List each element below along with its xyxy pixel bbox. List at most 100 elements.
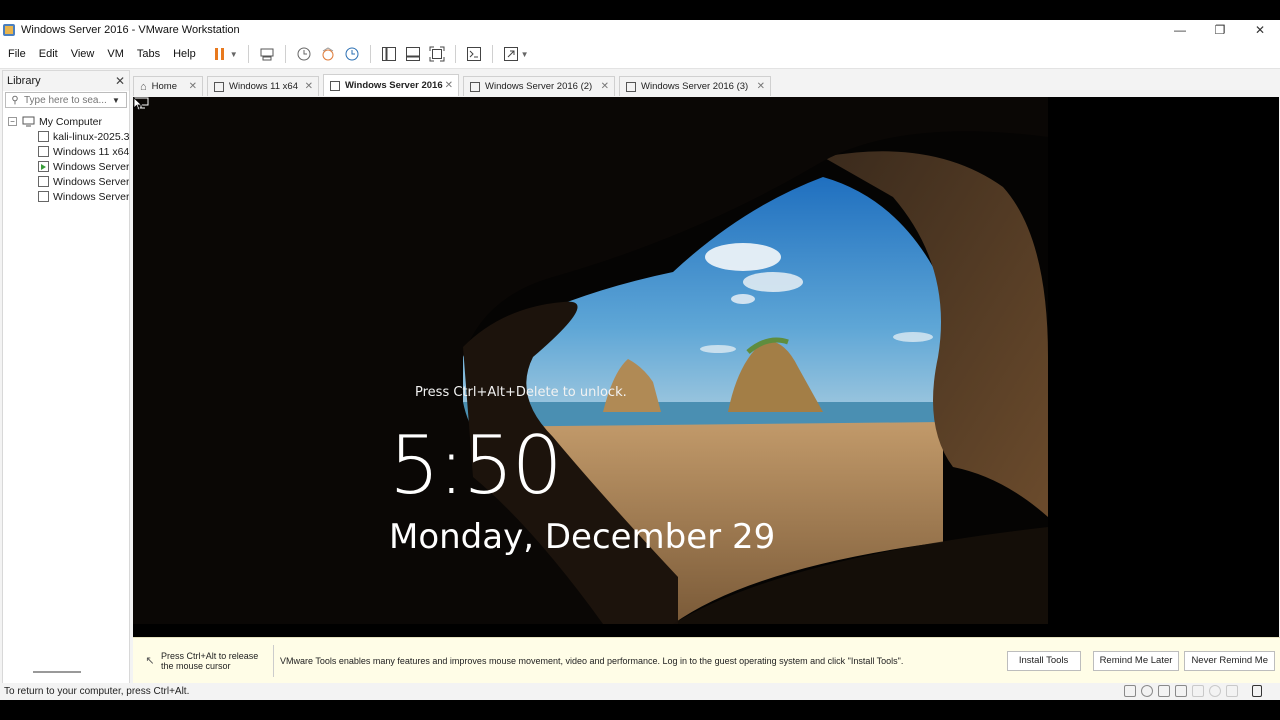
tab-windows-server-2016[interactable]: Windows Server 2016 ✕ [323, 74, 459, 96]
cd-dvd-icon[interactable] [1141, 685, 1153, 697]
lock-screen-time: 5:50 [389, 419, 563, 512]
tree-item-label: kali-linux-2025.3- [53, 130, 129, 143]
library-scrollbar[interactable] [33, 671, 81, 673]
release-mouse-hint: Press Ctrl+Alt to release the mouse curs… [161, 650, 259, 671]
vm-icon [38, 131, 49, 142]
tab-windows-11[interactable]: Windows 11 x64 ✕ [207, 76, 319, 96]
tree-item-label: Windows Server 2 [53, 175, 129, 188]
vm-icon [214, 81, 224, 92]
menu-file[interactable]: File [3, 48, 31, 60]
send-ctrl-alt-del-icon[interactable] [256, 43, 278, 65]
tab-close-icon[interactable]: ✕ [189, 81, 197, 92]
tab-label: Windows Server 2016 (2) [485, 81, 593, 92]
minimize-button[interactable]: — [1160, 20, 1200, 40]
pause-icon[interactable] [209, 43, 231, 65]
snapshot-icon[interactable] [293, 43, 315, 65]
tree-item-label: My Computer [39, 115, 103, 128]
menu-edit[interactable]: Edit [34, 48, 63, 60]
tree-item-vm-running[interactable]: Windows Server 2 [3, 159, 129, 174]
snapshot-manager-icon[interactable] [341, 43, 363, 65]
tab-home[interactable]: ⌂ Home ✕ [133, 76, 203, 96]
sound-icon[interactable] [1192, 685, 1204, 697]
toolbar-divider [491, 45, 493, 63]
tab-windows-server-2016-2[interactable]: Windows Server 2016 (2) ✕ [463, 76, 615, 96]
vm-icon [470, 81, 480, 92]
toolbar-divider [454, 45, 456, 63]
tree-item-label: Windows 11 x64 [53, 145, 129, 158]
menu-tabs[interactable]: Tabs [132, 48, 165, 60]
unlock-hint: Press Ctrl+Alt+Delete to unlock. [415, 385, 627, 400]
letterbox-bottom [0, 700, 1280, 720]
tab-windows-server-2016-3[interactable]: Windows Server 2016 (3) ✕ [619, 76, 771, 96]
message-log-icon[interactable] [1252, 685, 1262, 697]
tree-item-vm[interactable]: Windows Server 2 [3, 174, 129, 189]
library-search: ⚲ ▼ [5, 92, 127, 108]
stretch-dropdown-caret-icon[interactable]: ▼ [521, 50, 529, 59]
tab-label: Windows Server 2016 (3) [641, 81, 749, 92]
tab-close-icon[interactable]: ✕ [305, 81, 313, 92]
library-panel: Library ✕ ⚲ ▼ − My Computer kali-linux-2… [2, 70, 130, 684]
mouse-cursor-icon [133, 97, 143, 111]
remind-me-later-button[interactable]: Remind Me Later [1092, 650, 1180, 671]
tools-message: VMware Tools enables many features and i… [280, 655, 904, 666]
stretch-guest-icon[interactable] [500, 43, 522, 65]
tree-item-label: Windows Server 2 [53, 190, 129, 203]
status-text: To return to your computer, press Ctrl+A… [4, 686, 190, 697]
vm-tree: − My Computer kali-linux-2025.3- Windows… [3, 114, 129, 204]
collapse-icon[interactable]: − [8, 117, 17, 126]
lock-screen[interactable]: Press Ctrl+Alt+Delete to unlock. 5:50 Mo… [133, 97, 1048, 624]
hard-disk-icon[interactable] [1124, 685, 1136, 697]
lock-screen-date: Monday, December 29 [389, 517, 776, 557]
show-library-icon[interactable] [378, 43, 400, 65]
toolbar-divider [284, 45, 286, 63]
computer-icon [22, 116, 35, 127]
tab-close-icon[interactable]: ✕ [445, 80, 453, 91]
printer-icon[interactable] [1209, 685, 1221, 697]
menu-view[interactable]: View [66, 48, 100, 60]
full-screen-icon[interactable] [426, 43, 448, 65]
vm-console[interactable]: Press Ctrl+Alt+Delete to unlock. 5:50 Mo… [133, 97, 1279, 637]
vm-icon [38, 191, 49, 202]
vm-running-icon [330, 80, 340, 91]
device-icons [1119, 685, 1262, 697]
tab-close-icon[interactable]: ✕ [757, 81, 765, 92]
search-icon: ⚲ [11, 94, 19, 106]
revert-snapshot-icon[interactable] [317, 43, 339, 65]
vm-icon [38, 146, 49, 157]
vm-running-icon [38, 161, 49, 172]
tab-label: Windows 11 x64 [229, 81, 298, 92]
tab-label: Home [151, 81, 177, 92]
toolbar-divider [369, 45, 371, 63]
vmware-tools-notification: ↖ Press Ctrl+Alt to release the mouse cu… [133, 637, 1280, 683]
tree-item-vm[interactable]: kali-linux-2025.3- [3, 129, 129, 144]
title-bar: Windows Server 2016 - VMware Workstation… [0, 20, 1280, 40]
power-dropdown-caret-icon[interactable]: ▼ [230, 50, 238, 59]
usb-icon[interactable] [1175, 685, 1187, 697]
tree-item-my-computer[interactable]: − My Computer [3, 114, 129, 129]
console-view-icon[interactable] [463, 43, 485, 65]
tree-item-vm[interactable]: Windows Server 2 [3, 189, 129, 204]
vmware-window: Windows Server 2016 - VMware Workstation… [0, 20, 1280, 700]
library-close-icon[interactable]: ✕ [115, 74, 125, 88]
search-dropdown-caret-icon[interactable]: ▼ [112, 96, 120, 105]
menu-vm[interactable]: VM [102, 48, 129, 60]
network-adapter-icon[interactable] [1158, 685, 1170, 697]
tab-close-icon[interactable]: ✕ [601, 81, 609, 92]
vm-icon [626, 81, 636, 92]
tree-item-label: Windows Server 2 [53, 160, 129, 173]
library-search-input[interactable] [24, 94, 108, 106]
display-icon[interactable] [1226, 685, 1238, 697]
install-tools-button[interactable]: Install Tools [1006, 650, 1081, 671]
library-header: Library ✕ [3, 71, 129, 91]
close-button[interactable]: ✕ [1240, 20, 1280, 40]
status-bar: To return to your computer, press Ctrl+A… [0, 683, 1280, 700]
window-title: Windows Server 2016 - VMware Workstation [21, 24, 240, 36]
home-icon: ⌂ [140, 80, 147, 93]
never-remind-me-button[interactable]: Never Remind Me [1184, 650, 1275, 671]
thumbnail-bar-icon[interactable] [402, 43, 424, 65]
tree-item-vm[interactable]: Windows 11 x64 [3, 144, 129, 159]
library-title: Library [7, 75, 41, 87]
window-controls: — ❐ ✕ [1160, 20, 1280, 40]
restore-button[interactable]: ❐ [1200, 20, 1240, 40]
menu-help[interactable]: Help [168, 48, 201, 60]
